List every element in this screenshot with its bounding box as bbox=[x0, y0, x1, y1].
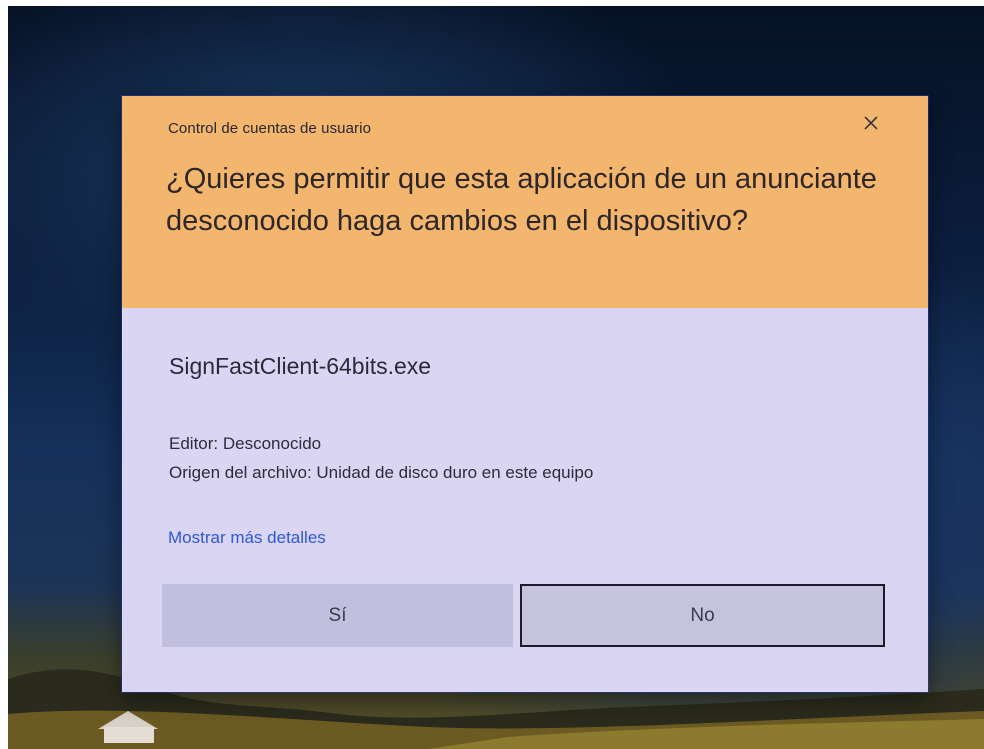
dialog-question: ¿Quieres permitir que esta aplicación de… bbox=[166, 163, 877, 237]
yes-button[interactable]: Sí bbox=[162, 584, 513, 647]
desktop-background: Control de cuentas de usuario ¿Quieres p… bbox=[8, 6, 984, 749]
uac-dialog: Control de cuentas de usuario ¿Quieres p… bbox=[122, 96, 928, 692]
publisher-text: Editor: Desconocido bbox=[169, 434, 322, 453]
app-info: Editor: Desconocido Origen del archivo: … bbox=[169, 429, 593, 487]
dialog-title: Control de cuentas de usuario bbox=[168, 120, 372, 137]
dialog-header: Control de cuentas de usuario ¿Quieres p… bbox=[122, 96, 928, 308]
show-details-link[interactable]: Mostrar más detalles bbox=[168, 528, 326, 548]
close-button[interactable] bbox=[858, 110, 884, 136]
no-button[interactable]: No bbox=[520, 584, 885, 647]
close-icon bbox=[864, 116, 878, 130]
origin-text: Origen del archivo: Unidad de disco duro… bbox=[169, 463, 594, 482]
app-name: SignFastClient-64bits.exe bbox=[169, 353, 432, 379]
